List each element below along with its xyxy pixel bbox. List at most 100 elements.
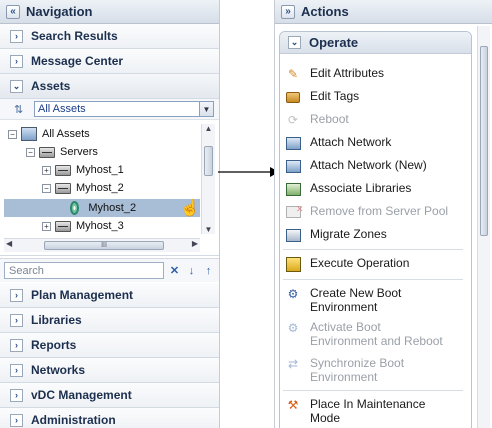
scrollbar-thumb[interactable] — [204, 146, 213, 176]
boot-create-icon: ⚙ — [287, 287, 299, 301]
section-label: Message Center — [31, 54, 124, 68]
assets-root-icon — [21, 127, 37, 141]
tree-node-myhost-2[interactable]: − Myhost_2 — [42, 179, 124, 197]
action-execute-operation[interactable]: Execute Operation — [285, 256, 409, 272]
network-new-icon — [285, 158, 301, 174]
action-label: Reboot — [310, 112, 349, 126]
boot-sync-icon: ⇄ — [287, 357, 299, 371]
actions-header: » Actions — [275, 0, 492, 24]
action-label: Attach Network (New) — [310, 158, 427, 172]
tree-node-myhost-2-vm[interactable]: Myhost_2 ☝ — [4, 199, 200, 217]
section-plan-management[interactable]: › Plan Management — [0, 283, 219, 308]
assets-filter-value: All Assets — [38, 103, 86, 115]
section-label: Assets — [31, 79, 71, 93]
action-associate-libraries[interactable]: Associate Libraries — [285, 181, 411, 197]
divider — [283, 390, 463, 391]
section-label: Libraries — [31, 313, 82, 327]
tree-vertical-scrollbar[interactable]: ▲ ▼ — [201, 124, 215, 234]
divider — [283, 279, 463, 280]
migrate-icon — [285, 227, 301, 243]
scroll-down-arrow-icon[interactable]: ▼ — [202, 225, 215, 234]
scrollbar-thumb[interactable]: III — [44, 241, 164, 250]
section-label: Networks — [31, 363, 86, 377]
section-assets[interactable]: ⌄ Assets — [0, 74, 219, 99]
maintenance-icon: ⚒ — [287, 398, 299, 412]
tree-expander[interactable]: − — [26, 147, 35, 157]
expand-icon: › — [10, 388, 23, 402]
search-next-icon[interactable]: ↓ — [185, 262, 198, 279]
expand-icon: › — [10, 54, 23, 68]
tag-icon — [285, 89, 301, 105]
execute-icon — [285, 256, 301, 272]
section-message-center[interactable]: › Message Center — [0, 49, 219, 74]
action-synchronize-boot-environment: ⇄ Synchronize Boot Environment — [285, 356, 435, 384]
section-vdc-management[interactable]: › vDC Management — [0, 383, 219, 408]
action-edit-tags[interactable]: Edit Tags — [285, 89, 359, 105]
tree-expander[interactable]: + — [42, 221, 51, 231]
navigation-title: Navigation — [26, 4, 93, 19]
tree-node-label: Myhost_2 — [76, 182, 124, 194]
search-previous-icon[interactable]: ↑ — [202, 262, 215, 279]
action-migrate-zones[interactable]: Migrate Zones — [285, 227, 387, 243]
collapse-navigation-button[interactable]: « — [6, 4, 20, 19]
tree-expander[interactable]: − — [42, 183, 51, 193]
collapse-icon: ⌄ — [10, 79, 23, 93]
tree-expander[interactable]: + — [42, 165, 51, 175]
actions-vertical-scrollbar[interactable] — [477, 26, 490, 428]
expand-icon: › — [10, 413, 23, 427]
collapse-icon: ⌄ — [288, 36, 301, 49]
action-create-new-boot-environment[interactable]: ⚙ Create New Boot Environment — [285, 286, 435, 314]
server-icon — [55, 182, 71, 194]
refresh-icon[interactable]: ⇅ — [14, 103, 26, 116]
action-attach-network[interactable]: Attach Network — [285, 135, 391, 151]
section-libraries[interactable]: › Libraries — [0, 308, 219, 333]
section-label: Reports — [31, 338, 77, 352]
action-label: Synchronize Boot Environment — [310, 356, 405, 384]
section-label: Plan Management — [31, 288, 134, 302]
server-icon — [55, 220, 71, 232]
operate-group-header[interactable]: ⌄ Operate — [280, 32, 471, 54]
action-label: Remove from Server Pool — [310, 204, 449, 218]
section-label: vDC Management — [31, 388, 132, 402]
expand-icon: › — [10, 338, 23, 352]
server-group-icon — [39, 146, 55, 158]
server-icon — [55, 164, 71, 176]
section-search-results[interactable]: › Search Results — [0, 24, 219, 49]
assets-filter-select[interactable]: All Assets ▼ — [34, 101, 214, 117]
navigation-lower-sections: › Plan Management › Libraries › Reports … — [0, 283, 219, 428]
pencil-icon: ✎ — [287, 67, 299, 81]
action-attach-network-new[interactable]: Attach Network (New) — [285, 158, 427, 174]
assets-search-row: ✕ ↓ ↑ — [0, 258, 219, 282]
action-label: Activate Boot Environment and Reboot — [310, 320, 443, 348]
section-label: Search Results — [31, 29, 118, 43]
tree-node-myhost-1[interactable]: + Myhost_1 — [42, 161, 124, 179]
tree-node-all-assets[interactable]: − All Assets — [8, 125, 90, 143]
assets-search-input[interactable] — [4, 262, 164, 279]
scroll-left-arrow-icon[interactable]: ◀ — [6, 239, 12, 248]
assets-tree: − All Assets − Servers + Myhost_1 − Myho… — [0, 121, 204, 233]
chevron-down-icon[interactable]: ▼ — [199, 102, 213, 116]
scroll-up-arrow-icon[interactable]: ▲ — [202, 124, 215, 133]
section-administration[interactable]: › Administration — [0, 408, 219, 428]
action-label: Place In Maintenance Mode — [310, 397, 426, 425]
section-label: Administration — [31, 413, 116, 427]
navigation-pane: « Navigation › Search Results › Message … — [0, 0, 220, 428]
tree-expander[interactable]: − — [8, 129, 17, 139]
expand-actions-button[interactable]: » — [281, 4, 295, 19]
actions-title: Actions — [301, 4, 349, 19]
tree-node-label: Servers — [60, 146, 98, 158]
clear-search-icon[interactable]: ✕ — [168, 262, 181, 279]
tree-node-servers[interactable]: − Servers — [26, 143, 98, 161]
action-activate-boot-environment: ⚙ Activate Boot Environment and Reboot — [285, 320, 445, 348]
scrollbar-thumb[interactable] — [480, 46, 488, 236]
action-place-in-maintenance-mode[interactable]: ⚒ Place In Maintenance Mode — [285, 397, 435, 425]
section-reports[interactable]: › Reports — [0, 333, 219, 358]
action-label: Attach Network — [310, 135, 392, 149]
library-icon — [285, 181, 301, 197]
section-networks[interactable]: › Networks — [0, 358, 219, 383]
action-label: Create New Boot Environment — [310, 286, 402, 314]
tree-horizontal-scrollbar[interactable]: ◀ III ▶ — [4, 238, 200, 252]
action-edit-attributes[interactable]: ✎ Edit Attributes — [285, 66, 384, 82]
scroll-right-arrow-icon[interactable]: ▶ — [192, 239, 198, 248]
tree-node-myhost-3[interactable]: + Myhost_3 — [42, 217, 124, 233]
